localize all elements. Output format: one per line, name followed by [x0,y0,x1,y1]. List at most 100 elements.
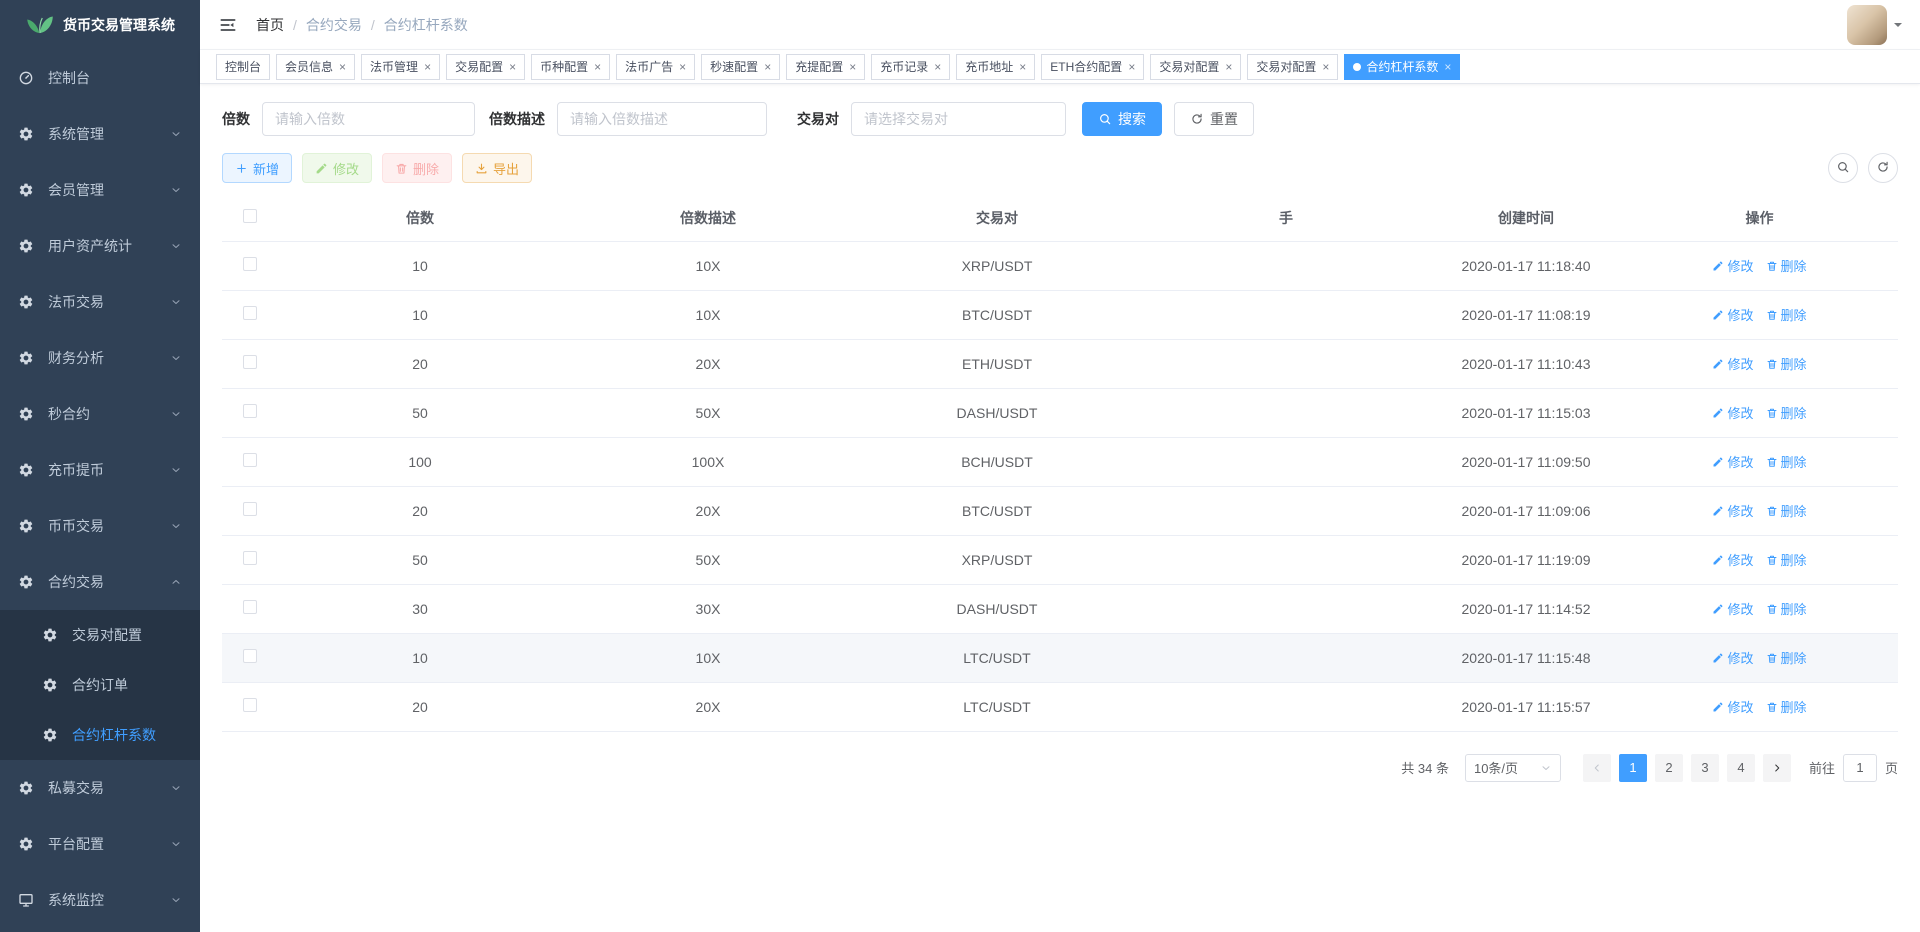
delete-link[interactable]: 删除 [1766,403,1807,422]
hamburger-icon[interactable] [218,15,238,35]
row-checkbox[interactable] [243,551,257,565]
breadcrumb-item[interactable]: 首页 [256,15,284,35]
close-icon[interactable]: × [1225,61,1232,73]
sidebar-item-合约交易[interactable]: 合约交易 [0,554,200,610]
edit-button[interactable]: 修改 [302,153,372,183]
close-icon[interactable]: × [424,61,431,73]
tab-法币广告[interactable]: 法币广告× [616,54,695,80]
export-button[interactable]: 导出 [462,153,532,183]
close-icon[interactable]: × [1322,61,1329,73]
delete-link[interactable]: 删除 [1766,256,1807,275]
tab-控制台[interactable]: 控制台 [216,54,270,80]
close-icon[interactable]: × [679,61,686,73]
close-icon[interactable]: × [1019,61,1026,73]
sidebar-item-平台配置[interactable]: 平台配置 [0,816,200,872]
edit-link[interactable]: 修改 [1712,697,1753,716]
page-size-select[interactable]: 10条/页 [1465,754,1561,782]
edit-link[interactable]: 修改 [1712,648,1753,667]
tab-秒速配置[interactable]: 秒速配置× [701,54,780,80]
tab-会员信息[interactable]: 会员信息× [276,54,355,80]
tab-充提配置[interactable]: 充提配置× [786,54,865,80]
close-icon[interactable]: × [849,61,856,73]
close-icon[interactable]: × [1444,61,1451,73]
delete-link[interactable]: 删除 [1766,648,1807,667]
page-button-4[interactable]: 4 [1727,754,1755,782]
row-checkbox[interactable] [243,649,257,663]
delete-link[interactable]: 删除 [1766,599,1807,618]
goto-page-input[interactable] [1843,754,1877,782]
edit-link[interactable]: 修改 [1712,599,1753,618]
prev-page-button[interactable] [1583,754,1611,782]
close-icon[interactable]: × [339,61,346,73]
delete-link[interactable]: 删除 [1766,550,1807,569]
delete-link[interactable]: 删除 [1766,501,1807,520]
tab-交易对配置[interactable]: 交易对配置× [1247,54,1338,80]
sidebar-item-秒合约[interactable]: 秒合约 [0,386,200,442]
row-checkbox[interactable] [243,355,257,369]
edit-link[interactable]: 修改 [1712,452,1753,471]
tab-交易配置[interactable]: 交易配置× [446,54,525,80]
close-icon[interactable]: × [594,61,601,73]
edit-link[interactable]: 修改 [1712,354,1753,373]
sidebar-item-合约杠杆系数[interactable]: 合约杠杆系数 [0,710,200,760]
row-checkbox[interactable] [243,257,257,271]
page-button-1[interactable]: 1 [1619,754,1647,782]
user-menu[interactable] [1847,5,1902,45]
multiple-input[interactable] [262,102,475,136]
table-row: 2020XETH/USDT2020-01-17 11:10:43修改删除 [222,339,1898,388]
avatar[interactable] [1847,5,1887,45]
sidebar-item-交易对配置[interactable]: 交易对配置 [0,610,200,660]
edit-link[interactable]: 修改 [1712,403,1753,422]
sidebar-item-私募交易[interactable]: 私募交易 [0,760,200,816]
edit-link[interactable]: 修改 [1712,256,1753,275]
sidebar-item-系统监控[interactable]: 系统监控 [0,872,200,928]
tab-法币管理[interactable]: 法币管理× [361,54,440,80]
select-all-checkbox[interactable] [243,209,257,223]
sidebar-item-合约订单[interactable]: 合约订单 [0,660,200,710]
tab-充币记录[interactable]: 充币记录× [871,54,950,80]
search-toggle-button[interactable] [1828,153,1858,183]
sidebar-item-label: 平台配置 [48,834,170,854]
search-button[interactable]: 搜索 [1082,102,1162,136]
refresh-table-button[interactable] [1868,153,1898,183]
tab-币种配置[interactable]: 币种配置× [531,54,610,80]
edit-link[interactable]: 修改 [1712,501,1753,520]
sidebar-item-充币提币[interactable]: 充币提币 [0,442,200,498]
page-button-2[interactable]: 2 [1655,754,1683,782]
delete-link[interactable]: 删除 [1766,354,1807,373]
page-button-3[interactable]: 3 [1691,754,1719,782]
row-checkbox[interactable] [243,404,257,418]
sidebar-item-用户资产统计[interactable]: 用户资产统计 [0,218,200,274]
close-icon[interactable]: × [509,61,516,73]
trash-icon [395,162,408,175]
delete-button[interactable]: 删除 [382,153,452,183]
add-button[interactable]: 新增 [222,153,292,183]
delete-link[interactable]: 删除 [1766,697,1807,716]
next-page-button[interactable] [1763,754,1791,782]
close-icon[interactable]: × [1128,61,1135,73]
edit-link[interactable]: 修改 [1712,305,1753,324]
description-input[interactable] [557,102,767,136]
row-checkbox[interactable] [243,600,257,614]
tab-ETH合约配置[interactable]: ETH合约配置× [1041,54,1144,80]
sidebar-item-控制台[interactable]: 控制台 [0,50,200,106]
sidebar-item-系统管理[interactable]: 系统管理 [0,106,200,162]
sidebar-item-会员管理[interactable]: 会员管理 [0,162,200,218]
row-checkbox[interactable] [243,698,257,712]
sidebar-item-财务分析[interactable]: 财务分析 [0,330,200,386]
row-checkbox[interactable] [243,502,257,516]
reset-button[interactable]: 重置 [1174,102,1254,136]
tab-充币地址[interactable]: 充币地址× [956,54,1035,80]
tab-交易对配置[interactable]: 交易对配置× [1150,54,1241,80]
row-checkbox[interactable] [243,453,257,467]
sidebar-item-法币交易[interactable]: 法币交易 [0,274,200,330]
sidebar-item-币币交易[interactable]: 币币交易 [0,498,200,554]
pair-select[interactable] [851,102,1066,136]
delete-link[interactable]: 删除 [1766,305,1807,324]
edit-link[interactable]: 修改 [1712,550,1753,569]
delete-link[interactable]: 删除 [1766,452,1807,471]
close-icon[interactable]: × [934,61,941,73]
row-checkbox[interactable] [243,306,257,320]
tab-合约杠杆系数[interactable]: 合约杠杆系数× [1344,54,1460,80]
close-icon[interactable]: × [764,61,771,73]
